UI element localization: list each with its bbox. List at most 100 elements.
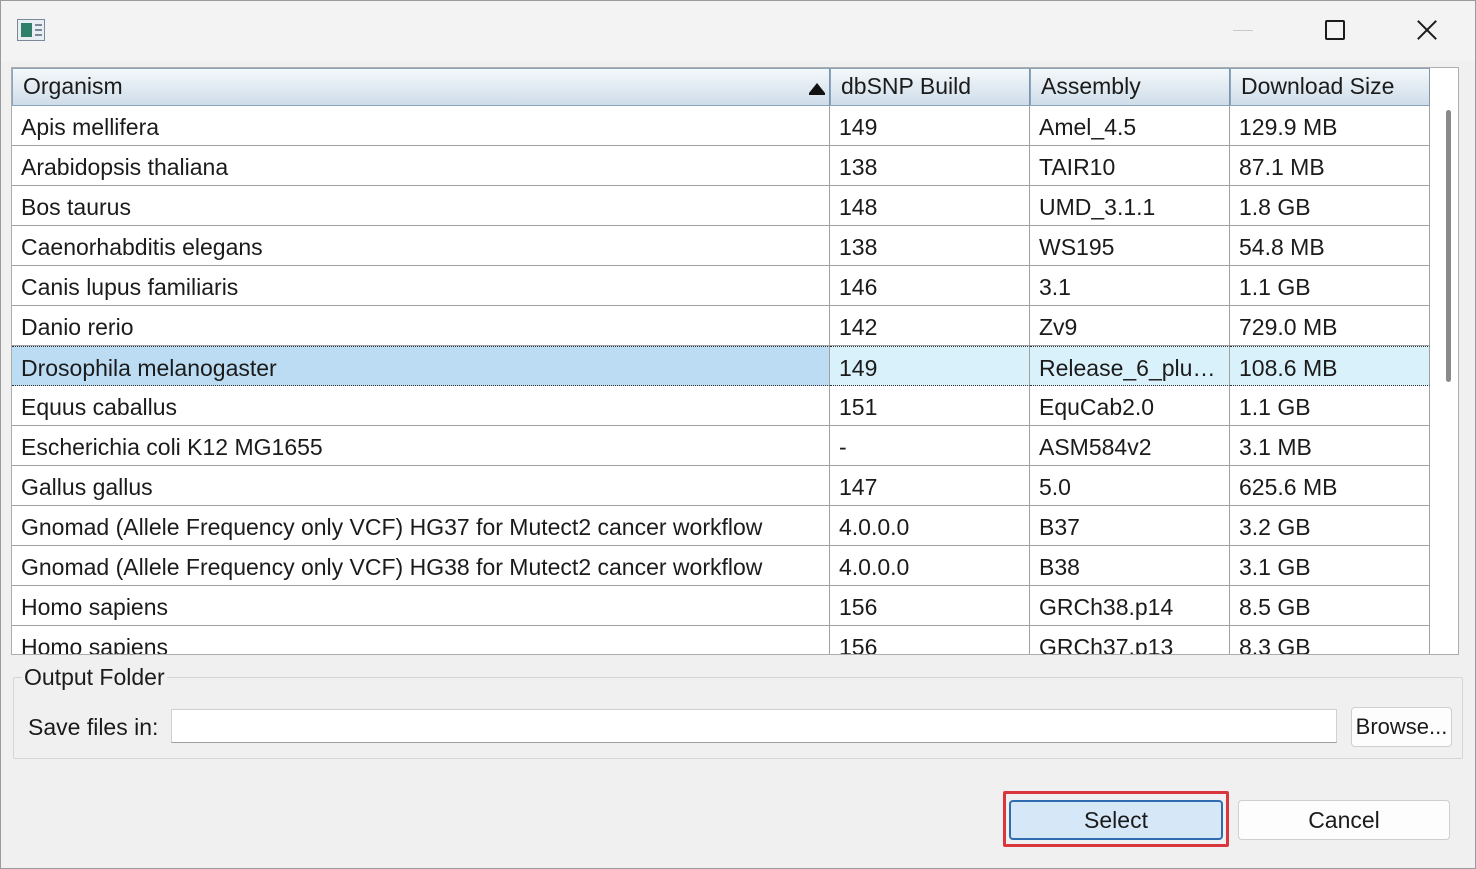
save-files-label: Save files in: [28,714,159,740]
maximize-button[interactable] [1289,1,1381,59]
cell-organism: Bos taurus [12,186,830,226]
table-row[interactable]: Danio rerio 142 Zv9 729.0 MB [12,306,1432,346]
cell-organism: Arabidopsis thaliana [12,146,830,186]
cell-assembly: GRCh38.p14 [1030,586,1230,626]
cell-download-size: 3.1 MB [1230,426,1430,466]
cell-organism: Caenorhabditis elegans [12,226,830,266]
cell-dbsnp-build: 149 [830,346,1030,386]
cell-download-size: 1.1 GB [1230,266,1430,306]
browse-button[interactable]: Browse... [1351,707,1452,747]
cell-organism: Danio rerio [12,306,830,346]
cell-organism: Gnomad (Allele Frequency only VCF) HG37 … [12,506,830,546]
table-row[interactable]: Gnomad (Allele Frequency only VCF) HG37 … [12,506,1432,546]
column-header-label: dbSNP Build [841,73,971,99]
table-row[interactable]: Caenorhabditis elegans 138 WS195 54.8 MB [12,226,1432,266]
cell-dbsnp-build: - [830,426,1030,466]
cell-download-size: 129.9 MB [1230,106,1430,146]
cell-dbsnp-build: 4.0.0.0 [830,546,1030,586]
cell-download-size: 3.1 GB [1230,546,1430,586]
cell-assembly: TAIR10 [1030,146,1230,186]
table-body: Apis mellifera 149 Amel_4.5 129.9 MB Arabido… [12,106,1432,654]
table-row[interactable]: Homo sapiens 156 GRCh38.p14 8.5 GB [12,586,1432,626]
table-row[interactable]: Gallus gallus 147 5.0 625.6 MB [12,466,1432,506]
column-header-label: Download Size [1241,73,1395,99]
sort-ascending-icon [809,83,825,95]
cell-assembly: B38 [1030,546,1230,586]
cell-dbsnp-build: 142 [830,306,1030,346]
save-path-input[interactable] [171,709,1337,743]
cell-download-size: 8.3 GB [1230,626,1430,654]
cell-assembly: WS195 [1030,226,1230,266]
table-row[interactable]: Drosophila melanogaster 149 Release_6_plus… [12,346,1432,386]
column-header-dbsnp-build[interactable]: dbSNP Build [830,68,1030,106]
table-row[interactable]: Homo sapiens 156 GRCh37.p13 8.3 GB [12,626,1432,654]
cell-download-size: 729.0 MB [1230,306,1430,346]
cell-assembly: GRCh37.p13 [1030,626,1230,654]
cell-download-size: 8.5 GB [1230,586,1430,626]
table-row[interactable]: Bos taurus 148 UMD_3.1.1 1.8 GB [12,186,1432,226]
cell-download-size: 87.1 MB [1230,146,1430,186]
cell-organism: Escherichia coli K12 MG1655 [12,426,830,466]
cell-organism: Equus caballus [12,386,830,426]
cell-download-size: 625.6 MB [1230,466,1430,506]
cell-organism: Apis mellifera [12,106,830,146]
cell-assembly: Amel_4.5 [1030,106,1230,146]
output-folder-legend: Output Folder [22,664,167,691]
close-button[interactable] [1381,1,1473,59]
table-row[interactable]: Canis lupus familiaris 146 3.1 1.1 GB [12,266,1432,306]
cell-organism: Gnomad (Allele Frequency only VCF) HG38 … [12,546,830,586]
cell-dbsnp-build: 156 [830,586,1030,626]
cell-dbsnp-build: 4.0.0.0 [830,506,1030,546]
cell-organism: Drosophila melanogaster [12,346,830,386]
table-row[interactable]: Equus caballus 151 EquCab2.0 1.1 GB [12,386,1432,426]
cell-assembly: Zv9 [1030,306,1230,346]
output-folder-group: Output Folder Save files in: Browse... [13,664,1463,759]
table-row[interactable]: Apis mellifera 149 Amel_4.5 129.9 MB [12,106,1432,146]
table-row[interactable]: Gnomad (Allele Frequency only VCF) HG38 … [12,546,1432,586]
column-header-organism[interactable]: Organism [12,68,830,106]
cell-dbsnp-build: 146 [830,266,1030,306]
scrollbar-thumb[interactable] [1446,110,1451,382]
cell-dbsnp-build: 138 [830,146,1030,186]
cell-organism: Canis lupus familiaris [12,266,830,306]
table-row[interactable]: Escherichia coli K12 MG1655- ASM584v2 3.1 … [12,426,1432,466]
organism-table[interactable]: Organism dbSNP Build Assembly Download S… [11,67,1459,655]
dialog-window: Organism dbSNP Build Assembly Download S… [0,0,1476,869]
select-button[interactable]: Select [1009,800,1223,840]
app-window-icon [17,19,45,41]
cell-download-size: 3.2 GB [1230,506,1430,546]
cell-organism: Homo sapiens [12,586,830,626]
cell-download-size: 1.8 GB [1230,186,1430,226]
cell-assembly: 3.1 [1030,266,1230,306]
cell-assembly: UMD_3.1.1 [1030,186,1230,226]
cell-assembly: ASM584v2 [1030,426,1230,466]
cell-dbsnp-build: 147 [830,466,1030,506]
cell-download-size: 54.8 MB [1230,226,1430,266]
minimize-icon [1233,29,1253,31]
column-header-download-size[interactable]: Download Size [1230,68,1430,106]
cell-dbsnp-build: 156 [830,626,1030,654]
cell-download-size: 1.1 GB [1230,386,1430,426]
table-header: Organism dbSNP Build Assembly Download S… [12,68,1432,106]
vertical-scrollbar[interactable] [1440,106,1458,654]
cell-organism: Homo sapiens [12,626,830,654]
cancel-button[interactable]: Cancel [1238,800,1450,840]
cell-assembly: EquCab2.0 [1030,386,1230,426]
cell-download-size: 108.6 MB [1230,346,1430,386]
maximize-icon [1325,20,1345,40]
cell-dbsnp-build: 149 [830,106,1030,146]
column-header-label: Organism [23,73,123,99]
cell-organism: Gallus gallus [12,466,830,506]
title-bar [1,1,1475,61]
cell-dbsnp-build: 151 [830,386,1030,426]
column-header-label: Assembly [1041,73,1141,99]
close-icon [1416,19,1438,41]
cell-assembly: B37 [1030,506,1230,546]
cell-dbsnp-build: 148 [830,186,1030,226]
cell-assembly: 5.0 [1030,466,1230,506]
minimize-button[interactable] [1197,1,1289,59]
column-header-assembly[interactable]: Assembly [1030,68,1230,106]
cell-dbsnp-build: 138 [830,226,1030,266]
cell-assembly: Release_6_plus... [1030,346,1230,386]
table-row[interactable]: Arabidopsis thaliana 138 TAIR10 87.1 MB [12,146,1432,186]
